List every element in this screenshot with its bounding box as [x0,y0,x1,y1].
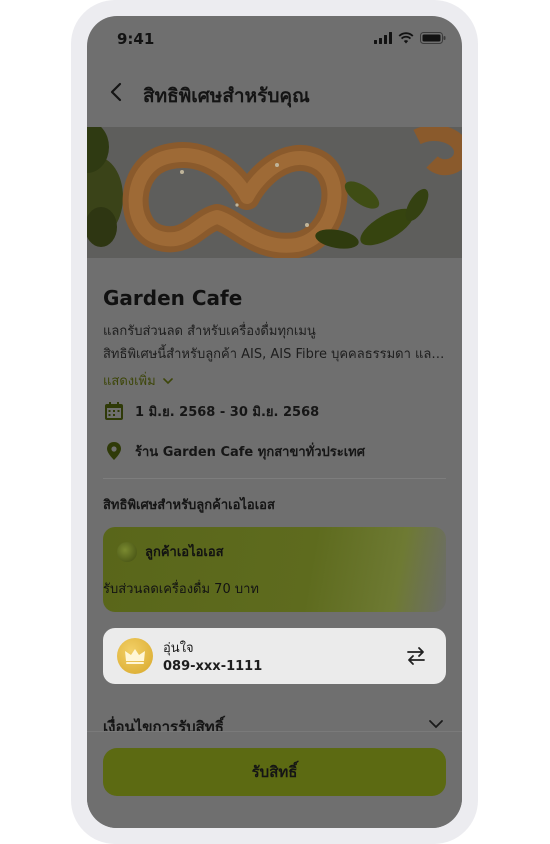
redeem-button-label: รับสิทธิ์ [251,763,298,781]
app-screen: 9:41 สิทธิพิเศษสำหรับคุณ Garden Cafe แลก… [87,16,462,828]
offer-subtitle: แลกรับส่วนลด สำหรับเครื่องดื่มทุกเมนู [103,324,316,339]
avatar [117,638,153,674]
offer-location: ร้าน Garden Cafe ทุกสาขาทั่วประเทศ [135,444,365,460]
benefit-card[interactable]: ลูกค้าเอไอเอส รับส่วนลดเครื่องดื่ม 70 บา… [103,527,446,612]
show-more-link[interactable]: แสดงเพิ่ม [103,370,174,391]
benefit-header: ลูกค้าเอไอเอส [117,541,224,562]
offer-title: Garden Cafe [103,286,243,310]
battery-icon [420,32,446,44]
offer-date-range: 1 มิ.ย. 2568 - 30 มิ.ย. 2568 [135,404,320,420]
page-title: สิทธิพิเศษสำหรับคุณ [143,85,310,107]
swap-arrows-icon [407,647,425,665]
redeem-button[interactable]: รับสิทธิ์ [103,748,446,796]
page-header: สิทธิพิเศษสำหรับคุณ [87,72,462,116]
account-phone: 089-xxx-1111 [163,659,263,674]
status-icons [374,31,446,45]
status-time: 9:41 [117,30,155,48]
status-bar: 9:41 [87,16,462,60]
benefit-tier: ลูกค้าเอไอเอส [145,545,224,560]
offer-location-row: ร้าน Garden Cafe ทุกสาขาทั่วประเทศ [103,440,365,462]
wifi-icon [398,32,414,44]
tier-badge-icon [117,541,137,562]
benefit-text: รับส่วนลดเครื่องดื่ม 70 บาท [103,582,259,597]
back-button[interactable] [105,80,129,104]
chevron-left-icon [110,82,122,102]
account-name: อุ่นใจ [163,641,194,656]
location-pin-icon [107,442,121,460]
show-more-label: แสดงเพิ่ม [103,374,156,389]
hero-image [87,127,462,258]
cellular-signal-icon [374,32,392,44]
section-label: สิทธิพิเศษสำหรับลูกค้าเอไอเอส [103,498,275,513]
calendar-icon [105,402,123,420]
chevron-down-icon [162,377,173,384]
account-card[interactable]: อุ่นใจ 089-xxx-1111 [103,628,446,684]
offer-description: สิทธิพิเศษนี้สำหรับลูกค้า AIS, AIS Fibre… [103,347,446,362]
section-divider [103,478,446,479]
offer-date-row: 1 มิ.ย. 2568 - 30 มิ.ย. 2568 [103,400,319,422]
crown-icon [125,649,145,664]
switch-account-button[interactable] [404,644,428,668]
bottom-action-bar: รับสิทธิ์ [87,731,462,828]
